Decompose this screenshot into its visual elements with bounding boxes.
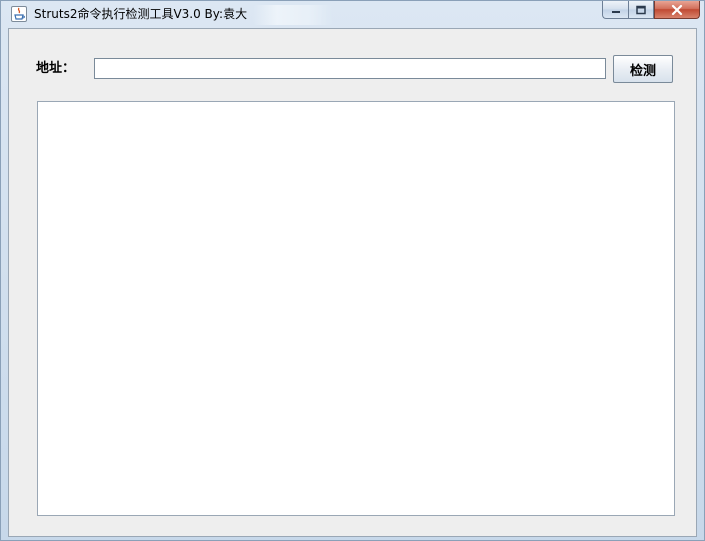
maximize-icon (636, 5, 646, 14)
detect-button[interactable]: 检测 (613, 55, 673, 83)
address-label: 地址： (36, 61, 76, 76)
address-input[interactable] (94, 58, 606, 79)
window-title: Struts2命令执行检测工具V3.0 By:袁大 (34, 7, 248, 21)
java-app-icon[interactable] (11, 6, 27, 22)
caption-buttons (602, 1, 700, 20)
maximize-button[interactable] (628, 1, 654, 19)
client-area: 地址： 检测 (8, 28, 697, 537)
minimize-icon (611, 10, 620, 13)
output-textarea[interactable] (37, 101, 675, 516)
close-icon (671, 4, 683, 15)
title-bar[interactable]: Struts2命令执行检测工具V3.0 By:袁大 (1, 1, 704, 28)
app-window: Struts2命令执行检测工具V3.0 By:袁大 地址： 检测 (0, 0, 705, 541)
close-button[interactable] (654, 1, 700, 19)
minimize-button[interactable] (602, 1, 628, 19)
title-redaction (253, 5, 333, 25)
